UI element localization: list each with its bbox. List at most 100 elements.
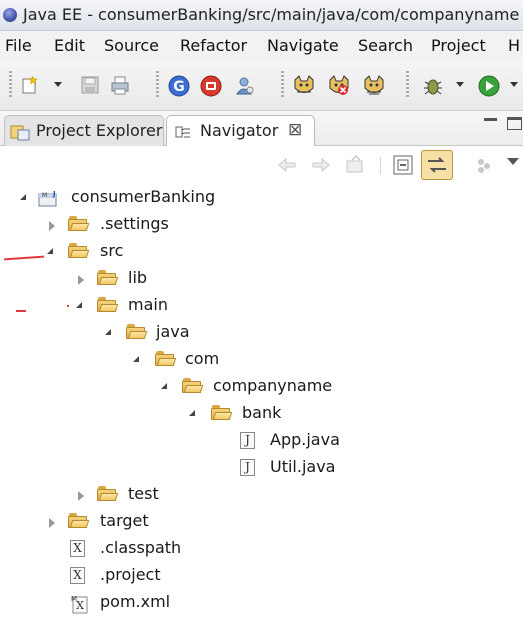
xml-glyph: X	[70, 567, 85, 584]
up-folder-icon[interactable]	[344, 154, 366, 176]
collapsed-arrow-icon[interactable]	[78, 491, 84, 501]
maximize-icon[interactable]	[507, 117, 522, 130]
tree-item-project[interactable]: X .project	[0, 563, 523, 589]
collapsed-arrow-icon[interactable]	[49, 518, 55, 528]
tree-item-bank[interactable]: bank	[0, 401, 523, 427]
tree-item-classpath[interactable]: X .classpath	[0, 536, 523, 562]
tree-item-app-java[interactable]: J App.java	[0, 428, 523, 454]
folder-icon	[97, 297, 119, 314]
tree-item-label: companyname	[213, 376, 333, 395]
toolbar-grip[interactable]	[156, 71, 159, 99]
main-toolbar: G	[0, 61, 523, 111]
folder-icon	[97, 486, 119, 503]
run-icon[interactable]	[478, 75, 500, 97]
menu-search[interactable]: Search	[358, 36, 413, 55]
java-file-icon: J	[240, 459, 260, 476]
tree-item-lib[interactable]: lib	[0, 266, 523, 292]
tree-item-pom-xml[interactable]: X Mpom.xml	[0, 590, 523, 616]
separator	[380, 157, 381, 175]
menu-source[interactable]: Source	[104, 36, 159, 55]
back-arrow-icon[interactable]	[276, 154, 298, 176]
tree-item-test[interactable]: test	[0, 482, 523, 508]
xml-file-icon: X	[70, 540, 90, 557]
tree-item-util-java[interactable]: J Util.java	[0, 455, 523, 481]
svg-text:G: G	[173, 79, 185, 95]
tree-item-com[interactable]: com	[0, 347, 523, 373]
tree-item-target[interactable]: target	[0, 509, 523, 535]
toolbar-grip[interactable]	[406, 71, 409, 99]
google-icon[interactable]: G	[168, 75, 190, 97]
menu-project[interactable]: Project	[431, 36, 486, 55]
eclipse-icon	[3, 8, 17, 22]
collapse-all-icon[interactable]	[392, 154, 414, 176]
menu-navigate[interactable]: Navigate	[267, 36, 339, 55]
expanded-arrow-icon[interactable]	[161, 383, 167, 389]
menu-edit[interactable]: Edit	[54, 36, 85, 55]
tomcat-stop-icon[interactable]	[327, 75, 349, 95]
tab-project-explorer[interactable]: Project Explorer	[4, 115, 164, 146]
expanded-arrow-icon[interactable]	[76, 302, 82, 308]
expanded-arrow-icon[interactable]	[47, 248, 53, 254]
tree-item-java[interactable]: java	[0, 320, 523, 346]
tree-item-label: lib	[128, 268, 148, 287]
view-menu-icon[interactable]	[507, 158, 519, 165]
tree-item-main[interactable]: main	[0, 293, 523, 319]
expanded-arrow-icon[interactable]	[105, 329, 111, 335]
expanded-arrow-icon[interactable]	[189, 410, 195, 416]
tree-item-label: .project	[100, 565, 161, 584]
save-icon[interactable]	[80, 75, 100, 95]
menu-bar: File Edit Source Refactor Navigate Searc…	[0, 31, 523, 61]
link-with-editor-icon[interactable]	[421, 150, 453, 180]
tree-item-src[interactable]: src	[0, 239, 523, 265]
close-icon[interactable]: ⊠	[288, 120, 302, 140]
view-toolbar	[0, 146, 523, 184]
folder-icon	[155, 351, 177, 368]
expanded-arrow-icon[interactable]	[20, 194, 26, 200]
toolbar-grip[interactable]	[281, 71, 284, 99]
tree-item-label: java	[156, 322, 190, 341]
run-dropdown-icon[interactable]	[510, 82, 518, 87]
minimize-icon[interactable]	[484, 118, 497, 121]
tree-item-consumerbanking[interactable]: M JconsumerBanking	[0, 185, 523, 211]
folder-icon	[182, 378, 204, 395]
tag-icon[interactable]	[200, 75, 222, 97]
tree-item-companyname[interactable]: companyname	[0, 374, 523, 400]
annotation-mark	[16, 310, 26, 312]
svg-text:M: M	[42, 192, 47, 199]
folder-icon	[68, 216, 90, 233]
tomcat-start-icon[interactable]	[292, 75, 314, 95]
tab-navigator[interactable]: Navigator ⊠	[166, 115, 315, 147]
debug-dropdown-icon[interactable]	[456, 82, 464, 87]
menu-help[interactable]: H	[508, 36, 520, 55]
new-icon[interactable]	[20, 75, 40, 95]
annotation-dot	[67, 305, 69, 307]
toolbar-grip[interactable]	[9, 71, 12, 99]
tree-item-label: test	[128, 484, 159, 503]
debug-icon[interactable]	[422, 75, 442, 95]
tree-item-settings[interactable]: .settings	[0, 212, 523, 238]
navigator-tree: M JconsumerBanking .settings src lib main java…	[0, 184, 523, 614]
tab-label: Navigator	[200, 121, 279, 140]
connect-icon[interactable]	[234, 75, 254, 95]
java-glyph: J	[240, 432, 255, 449]
collapsed-arrow-icon[interactable]	[49, 221, 55, 231]
collapsed-arrow-icon[interactable]	[78, 275, 84, 285]
folder-icon	[211, 405, 233, 422]
svg-text:X: X	[76, 599, 84, 612]
tree-item-label: pom.xml	[100, 592, 171, 611]
print-icon[interactable]	[110, 75, 130, 95]
folder-icon	[68, 243, 90, 260]
expanded-arrow-icon[interactable]	[133, 356, 139, 362]
window-title: Java EE - consumerBanking/src/main/java/…	[23, 5, 520, 24]
menu-refactor[interactable]: Refactor	[180, 36, 247, 55]
java-glyph: J	[240, 459, 255, 476]
tree-item-label: bank	[242, 403, 282, 422]
tomcat-restart-icon[interactable]	[362, 75, 384, 95]
tree-item-label: App.java	[270, 430, 340, 449]
folder-icon	[126, 324, 148, 341]
project-explorer-icon	[10, 123, 30, 145]
forward-arrow-icon[interactable]	[310, 154, 332, 176]
filters-icon[interactable]	[473, 154, 495, 176]
new-dropdown-icon[interactable]	[54, 82, 62, 87]
menu-file[interactable]: File	[5, 36, 32, 55]
